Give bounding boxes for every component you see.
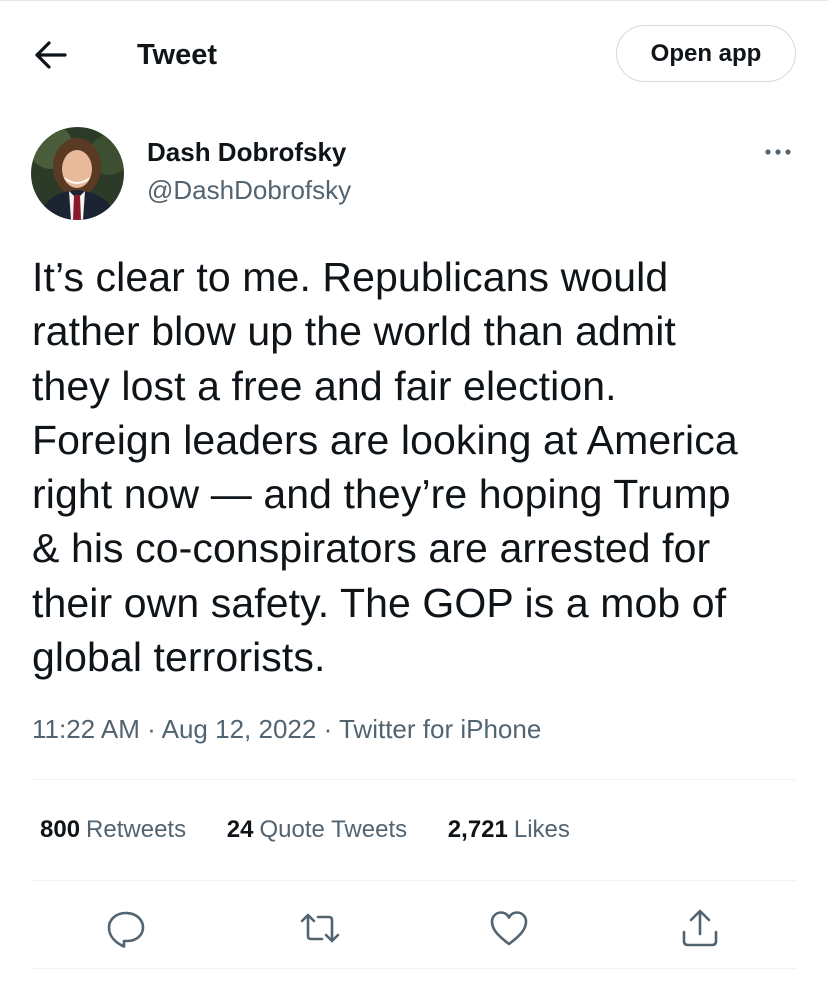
- arrow-left-icon[interactable]: [32, 38, 68, 72]
- tweet-line: global terrorists.: [32, 634, 326, 681]
- tweet-line: their own safety. The GOP is a mob of: [32, 579, 727, 626]
- retweet-icon[interactable]: [298, 906, 342, 950]
- more-icon[interactable]: [760, 140, 796, 164]
- author-handle[interactable]: @DashDobrofsky: [147, 173, 351, 207]
- tweet-line: they lost a free and fair election.: [32, 362, 617, 409]
- avatar[interactable]: [31, 127, 124, 220]
- heart-icon[interactable]: [487, 906, 531, 950]
- meta-separator: ·: [147, 714, 162, 744]
- open-app-button[interactable]: Open app: [616, 25, 796, 82]
- retweets-label: Retweets: [86, 816, 187, 843]
- top-border: [0, 0, 828, 1]
- likes-stat[interactable]: 2,721 Likes: [448, 812, 570, 848]
- author-name[interactable]: Dash Dobrofsky: [147, 135, 346, 169]
- tweet-stats: 800 Retweets 24 Quote Tweets 2,721 Likes: [40, 812, 604, 848]
- divider: [32, 968, 796, 969]
- likes-label: Likes: [513, 816, 570, 843]
- tweet-text: It’s clear to me. Republicans would rath…: [32, 250, 802, 684]
- retweets-count: 800: [40, 816, 81, 843]
- quote-tweets-stat[interactable]: 24 Quote Tweets: [227, 812, 407, 848]
- page-title: Tweet: [137, 39, 218, 71]
- reply-icon[interactable]: [104, 906, 148, 950]
- tweet-line: Foreign leaders are looking at America: [32, 416, 738, 463]
- quote-tweets-label: Quote Tweets: [259, 816, 408, 843]
- tweet-meta: 11:22 AM · Aug 12, 2022 · Twitter for iP…: [32, 711, 541, 747]
- tweet-line: rather blow up the world than admit: [32, 308, 676, 355]
- meta-separator: ·: [323, 714, 339, 744]
- tweet-source[interactable]: Twitter for iPhone: [339, 714, 541, 744]
- quote-tweets-count: 24: [226, 816, 254, 843]
- divider: [32, 779, 796, 780]
- tweet-line: It’s clear to me. Republicans would: [32, 254, 669, 300]
- divider: [32, 880, 796, 881]
- tweet-line: & his co-conspirators are arrested for: [32, 525, 711, 572]
- tweet-line: right now — and they’re hoping Trump: [32, 471, 731, 518]
- tweet-date[interactable]: Aug 12, 2022: [162, 714, 317, 744]
- share-icon[interactable]: [678, 906, 722, 950]
- likes-count: 2,721: [447, 816, 508, 843]
- tweet-time[interactable]: 11:22 AM: [32, 714, 140, 744]
- retweets-stat[interactable]: 800 Retweets: [40, 812, 186, 848]
